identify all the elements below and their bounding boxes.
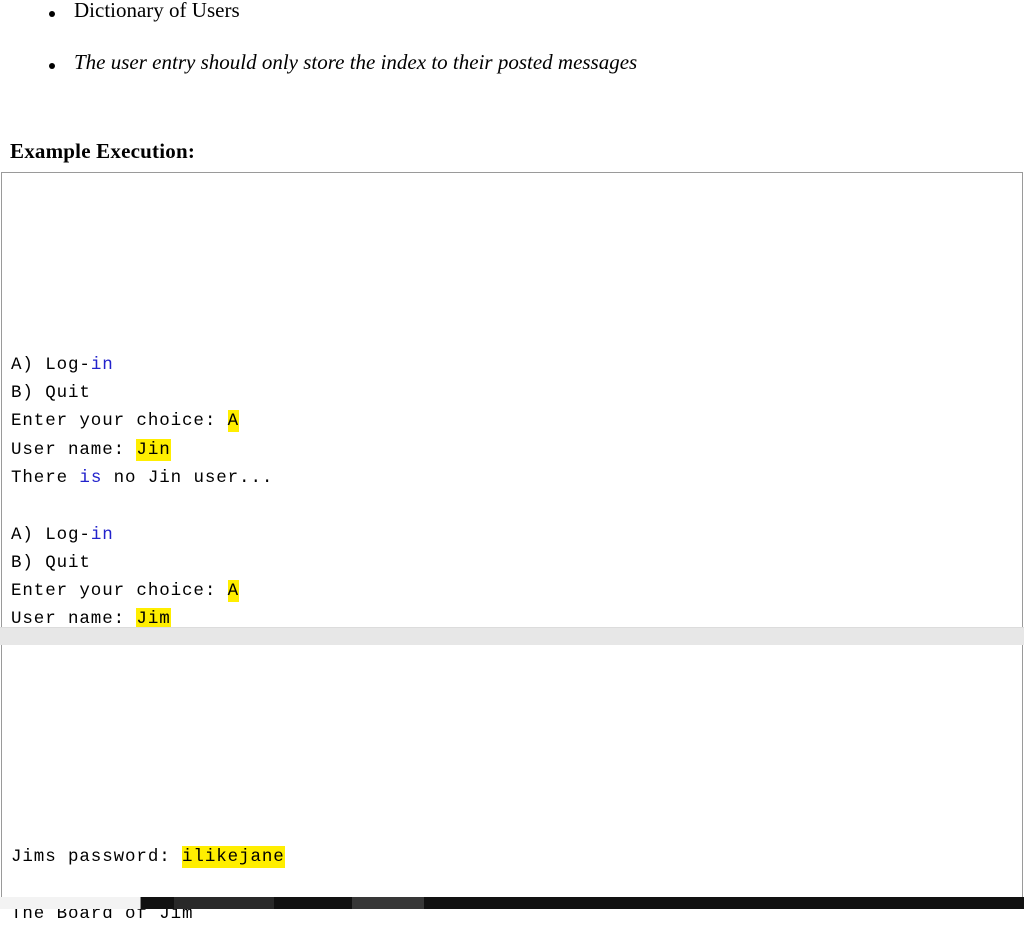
document-page-1: Dictionary of Users The user entry shoul…	[0, 0, 1024, 631]
document-page-2: Jims password: ilikejane The Board of Ji…	[0, 645, 1024, 924]
code-block-example-execution-part2: Jims password: ilikejane The Board of Ji…	[1, 645, 1023, 924]
code-keyword: is	[79, 467, 103, 488]
scrollbar-track-mark	[174, 897, 274, 909]
code-text: no Jin user...	[102, 467, 274, 488]
bullet-dot-icon	[49, 62, 55, 69]
code-text: Jims password:	[11, 847, 183, 868]
code-line: A) Log-in	[11, 521, 1022, 549]
code-highlighted-input: Jin	[136, 438, 171, 461]
code-line: A) Log-in	[11, 351, 1022, 379]
code-text: There	[11, 467, 80, 488]
page-break-separator	[0, 627, 1024, 647]
code-text: User name:	[11, 439, 137, 460]
requirements-bullet-list: Dictionary of Users The user entry shoul…	[0, 0, 1024, 73]
code-line: Jims password: ilikejane	[11, 843, 1022, 871]
list-item: The user entry should only store the ind…	[0, 52, 1024, 73]
list-item-label: Dictionary of Users	[74, 0, 240, 22]
code-highlighted-input: A	[227, 580, 240, 603]
code-text: A) Log-	[11, 354, 91, 375]
code-text: Enter your choice:	[11, 411, 228, 432]
code-text: B) Quit	[11, 552, 91, 573]
code-line: There is no Jin user...	[11, 464, 1022, 492]
list-item: Dictionary of Users	[0, 0, 1024, 21]
code-line: Enter your choice: A	[11, 577, 1022, 605]
code-line: B) Quit	[11, 549, 1022, 577]
code-line: User name: Jin	[11, 436, 1022, 464]
scrollbar-thumb[interactable]	[0, 897, 141, 909]
scrollbar-track-mark	[352, 897, 424, 909]
code-text: A) Log-	[11, 524, 91, 545]
page-title: Example Execution:	[10, 139, 196, 163]
horizontal-scrollbar[interactable]	[0, 897, 1024, 909]
code-line: Enter your choice: A	[11, 407, 1022, 435]
code-text: Enter your choice:	[11, 581, 228, 602]
code-keyword: in	[90, 524, 114, 545]
bullet-dot-icon	[49, 10, 55, 17]
code-text: B) Quit	[11, 383, 91, 404]
list-item-label: The user entry should only store the ind…	[74, 50, 638, 74]
code-keyword: in	[90, 354, 114, 375]
code-highlighted-input: ilikejane	[182, 846, 285, 869]
code-block-example-execution-part1: A) Log-in B) Quit Enter your choice: A User…	[1, 172, 1023, 631]
code-highlighted-input: A	[227, 410, 240, 433]
code-line: B) Quit	[11, 379, 1022, 407]
